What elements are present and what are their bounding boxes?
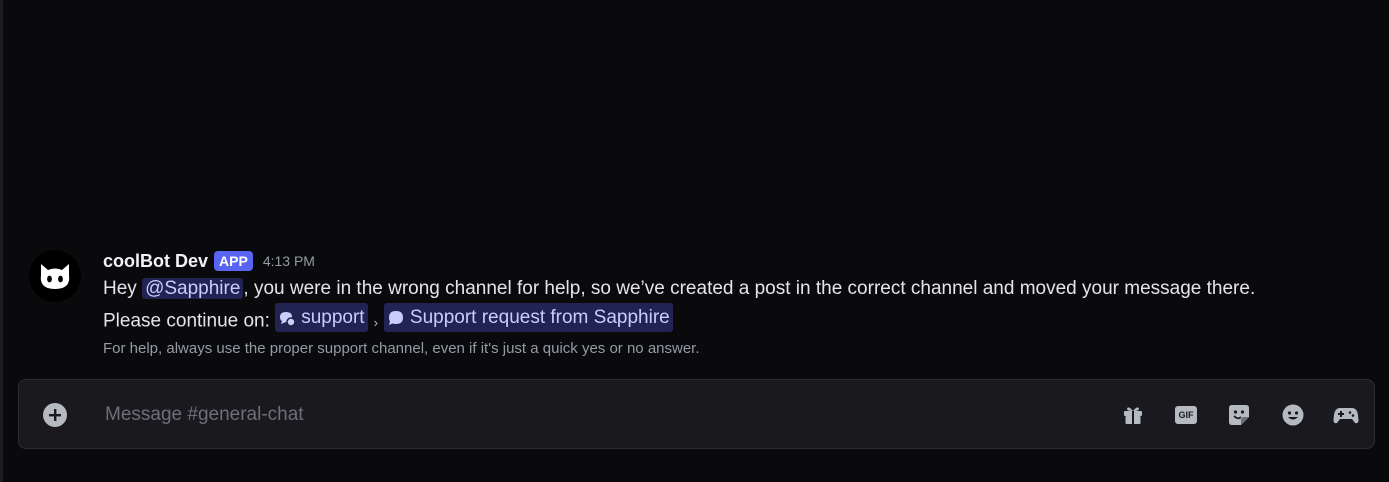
gif-label: GIF	[1178, 410, 1194, 420]
sticker-button[interactable]	[1226, 402, 1252, 428]
message-input[interactable]	[103, 396, 1087, 434]
gift-button[interactable]	[1120, 402, 1146, 428]
gift-icon	[1124, 407, 1142, 424]
app-badge: APP	[214, 251, 253, 271]
message-header: coolBot Dev APP 4:13 PM	[103, 248, 1367, 274]
message-content: coolBot Dev APP 4:13 PM Hey @Sapphire, y…	[103, 248, 1367, 361]
chat-area: coolBot Dev APP 4:13 PM Hey @Sapphire, y…	[0, 0, 1389, 482]
message-text: , you were in the wrong channel for help…	[243, 278, 1256, 299]
message-line-1: Hey @Sapphire, you were in the wrong cha…	[103, 274, 1367, 303]
user-mention[interactable]: @Sapphire	[142, 278, 244, 299]
message-composer: GIF	[18, 379, 1375, 449]
channel-name: support	[301, 307, 365, 328]
message: coolBot Dev APP 4:13 PM Hey @Sapphire, y…	[27, 248, 1367, 360]
sticker-icon	[1229, 405, 1249, 425]
emoji-button[interactable]	[1280, 402, 1306, 428]
message-text: Hey	[103, 278, 143, 299]
timestamp[interactable]: 4:13 PM	[263, 253, 315, 269]
breadcrumb-separator: ›	[373, 314, 378, 330]
message-subtext: For help, always use the proper support …	[103, 339, 700, 357]
gif-button[interactable]: GIF	[1173, 402, 1199, 428]
emoji-icon	[1282, 404, 1304, 426]
add-attachment-button[interactable]	[43, 403, 67, 427]
bot-avatar[interactable]	[29, 250, 81, 302]
thread-link[interactable]: Support request from Sapphire	[383, 303, 673, 332]
thread-icon	[388, 310, 403, 325]
forum-channel-link[interactable]: support	[275, 303, 368, 332]
github-cat-icon	[40, 264, 70, 289]
activity-button[interactable]	[1333, 402, 1359, 428]
username[interactable]: coolBot Dev	[103, 251, 208, 272]
gif-icon: GIF	[1175, 406, 1197, 424]
message-line-2: Please continue on: support › Support requ…	[103, 303, 1367, 337]
plus-icon	[49, 409, 61, 421]
thread-name: Support request from Sapphire	[409, 307, 670, 328]
message-text: Please continue on:	[103, 310, 276, 332]
activity-icon	[1333, 408, 1359, 424]
forum-icon	[280, 311, 296, 327]
